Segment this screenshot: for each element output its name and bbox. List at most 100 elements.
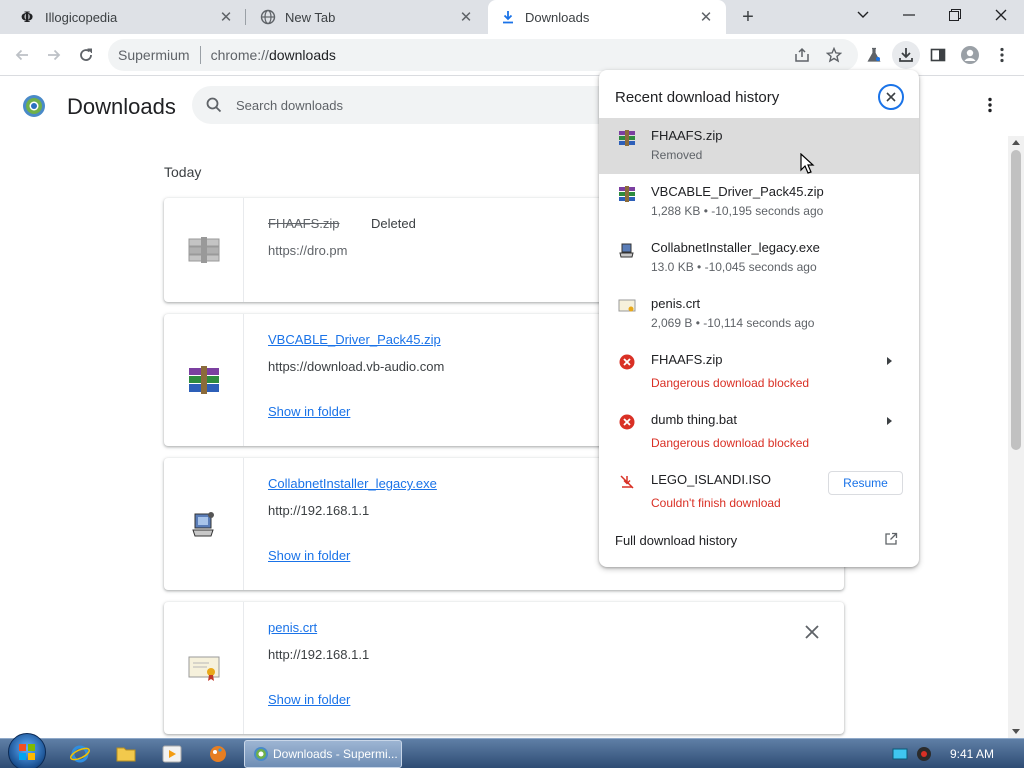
url-scheme: chrome:// <box>210 47 269 63</box>
mouse-cursor-icon <box>800 152 816 175</box>
page-more-menu-icon[interactable] <box>980 94 1000 116</box>
restore-button[interactable] <box>932 0 978 30</box>
tab-search-icon[interactable] <box>840 0 886 30</box>
new-tab-button[interactable]: + <box>734 4 762 30</box>
bubble-item-name: FHAAFS.zip <box>651 352 723 367</box>
show-in-folder-link[interactable]: Show in folder <box>268 404 350 419</box>
minimize-button[interactable] <box>886 0 932 30</box>
close-bubble-button[interactable] <box>878 84 904 110</box>
full-download-history-link[interactable]: Full download history <box>615 533 737 548</box>
search-downloads-input[interactable]: Search downloads <box>192 86 652 124</box>
omnibox-divider <box>199 46 201 64</box>
supermium-logo-icon <box>22 94 46 118</box>
winrar-icon <box>617 128 637 148</box>
installer-icon <box>617 240 637 260</box>
bubble-download-item[interactable]: VBCABLE_Driver_Pack45.zip 1,288 KB • -10… <box>599 174 919 230</box>
bubble-download-item[interactable]: FHAAFS.zip Removed <box>599 118 919 174</box>
download-url[interactable]: https://download.vb-audio.com <box>268 359 444 374</box>
bubble-item-name: LEGO_ISLANDI.ISO <box>651 472 771 487</box>
reload-button[interactable] <box>72 41 100 69</box>
paint-app-icon[interactable] <box>200 742 236 766</box>
bubble-item-name: VBCABLE_Driver_Pack45.zip <box>651 184 824 199</box>
resume-button[interactable]: Resume <box>828 471 903 495</box>
bubble-item-name: FHAAFS.zip <box>651 128 723 143</box>
certificate-icon <box>617 296 637 316</box>
bookmark-star-icon[interactable] <box>820 41 848 69</box>
open-external-icon[interactable] <box>884 532 898 546</box>
remove-download-icon[interactable] <box>804 624 820 640</box>
share-icon[interactable] <box>788 41 816 69</box>
tab-title: Illogicopedia <box>45 9 118 25</box>
bubble-download-item[interactable]: penis.crt 2,069 B • -10,114 seconds ago <box>599 286 919 342</box>
network-tray-icon[interactable] <box>892 747 908 764</box>
search-placeholder: Search downloads <box>236 97 343 113</box>
supermium-logo-icon <box>253 746 269 762</box>
bubble-item-status: Dangerous download blocked <box>651 376 810 390</box>
tab-downloads[interactable]: Downloads ✕ <box>488 0 726 34</box>
download-status: Deleted <box>371 216 416 231</box>
scroll-down-icon[interactable] <box>1012 729 1020 734</box>
page-title: Downloads <box>67 94 176 119</box>
omnibox[interactable]: Supermium chrome:// downloads <box>108 39 858 71</box>
chevron-right-icon[interactable] <box>887 417 892 425</box>
bubble-item-status: 13.0 KB • -10,045 seconds ago <box>651 260 817 274</box>
close-tab-icon[interactable]: ✕ <box>458 9 474 26</box>
forward-button[interactable] <box>40 41 68 69</box>
downloads-toolbar-icon[interactable] <box>892 41 920 69</box>
svg-text:Φ: Φ <box>21 10 33 25</box>
profile-avatar-icon[interactable] <box>956 41 984 69</box>
tab-new-tab[interactable]: New Tab ✕ <box>248 0 486 34</box>
browser-menu-icon[interactable] <box>988 41 1016 69</box>
date-section-header: Today <box>164 164 202 180</box>
task-label: Downloads - Supermi... <box>273 747 398 761</box>
download-url[interactable]: https://dro.pm <box>268 243 347 258</box>
show-in-folder-link[interactable]: Show in folder <box>268 692 350 707</box>
media-player-icon[interactable] <box>154 742 190 766</box>
scrollbar-thumb[interactable] <box>1011 150 1021 450</box>
installer-icon <box>164 458 244 590</box>
bubble-item-status: Removed <box>651 148 703 162</box>
chevron-right-icon[interactable] <box>887 357 892 365</box>
danger-icon <box>617 412 637 432</box>
download-url[interactable]: http://192.168.1.1 <box>268 503 369 518</box>
labs-flask-icon[interactable] <box>860 41 888 69</box>
download-filename: FHAAFS.zip <box>268 216 340 231</box>
show-in-folder-link[interactable]: Show in folder <box>268 548 350 563</box>
download-filename-link[interactable]: CollabnetInstaller_legacy.exe <box>268 476 437 491</box>
taskbar-clock[interactable]: 9:41 AM <box>950 747 994 761</box>
internet-explorer-icon[interactable] <box>62 742 98 766</box>
tab-title: New Tab <box>285 9 336 25</box>
volume-tray-icon[interactable] <box>916 746 932 765</box>
bubble-download-item[interactable]: dumb thing.bat Dangerous download blocke… <box>599 402 919 462</box>
taskbar-task-downloads[interactable]: Downloads - Supermi... <box>244 740 402 768</box>
browser-chip: Supermium <box>118 47 190 63</box>
tab-illogicopedia[interactable]: Φ Illogicopedia ✕ <box>8 0 246 34</box>
taskbar: Downloads - Supermi... 9:41 AM <box>0 733 1024 768</box>
download-bubble: Recent download history FHAAFS.zip Remov… <box>599 70 919 567</box>
bubble-item-name: CollabnetInstaller_legacy.exe <box>651 240 820 255</box>
scroll-up-icon[interactable] <box>1012 140 1020 145</box>
danger-icon <box>617 352 637 372</box>
close-window-button[interactable] <box>978 0 1024 30</box>
download-url[interactable]: http://192.168.1.1 <box>268 647 369 662</box>
download-icon <box>500 9 516 25</box>
bubble-item-name: dumb thing.bat <box>651 412 738 427</box>
close-tab-icon[interactable]: ✕ <box>698 9 714 26</box>
start-button[interactable] <box>8 733 46 768</box>
tab-title: Downloads <box>525 9 590 25</box>
winrar-icon <box>617 184 637 204</box>
page-scrollbar[interactable] <box>1008 136 1024 738</box>
back-button[interactable] <box>8 41 36 69</box>
search-icon <box>206 97 222 113</box>
download-filename-link[interactable]: VBCABLE_Driver_Pack45.zip <box>268 332 441 347</box>
close-tab-icon[interactable]: ✕ <box>218 9 234 26</box>
tab-strip: Φ Illogicopedia ✕ New Tab ✕ Downloads ✕ … <box>0 0 1024 34</box>
download-filename-link[interactable]: penis.crt <box>268 620 317 635</box>
file-explorer-icon[interactable] <box>108 742 144 766</box>
bubble-item-status: Couldn't finish download <box>651 496 781 510</box>
side-panel-icon[interactable] <box>924 41 952 69</box>
archive-icon <box>164 198 244 302</box>
url-host: downloads <box>268 47 336 63</box>
bubble-download-item[interactable]: CollabnetInstaller_legacy.exe 13.0 KB • … <box>599 230 919 286</box>
bubble-download-item[interactable]: FHAAFS.zip Dangerous download blocked <box>599 342 919 402</box>
